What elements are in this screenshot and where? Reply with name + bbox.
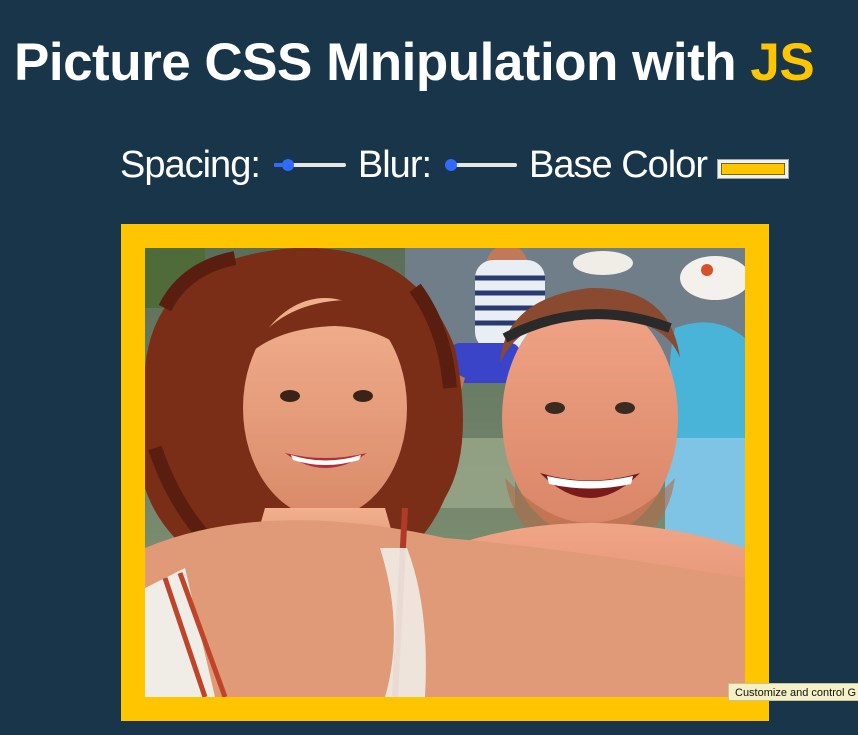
- base-color-swatch: [721, 163, 786, 175]
- page-title-text: Picture CSS Mnipulation with: [14, 33, 751, 92]
- page-title-highlight: JS: [750, 33, 815, 92]
- spacing-slider-thumb[interactable]: [282, 159, 295, 171]
- blur-slider-thumb[interactable]: [445, 159, 458, 171]
- selfie-photo-illustration: [145, 248, 745, 697]
- page-title: Picture CSS Mnipulation with JS: [14, 30, 815, 96]
- blur-slider[interactable]: [445, 158, 518, 172]
- browser-tooltip: Customize and control G: [728, 683, 858, 701]
- selfie-photo: [145, 248, 745, 697]
- controls-bar: Spacing: Blur: Base Color: [120, 140, 790, 190]
- spacing-label: Spacing:: [120, 144, 261, 186]
- blur-label: Blur:: [357, 144, 432, 186]
- spacing-slider[interactable]: [273, 158, 346, 172]
- base-color-picker[interactable]: [717, 159, 790, 179]
- base-color-label: Base Color: [529, 144, 708, 186]
- photo-frame: [121, 224, 769, 721]
